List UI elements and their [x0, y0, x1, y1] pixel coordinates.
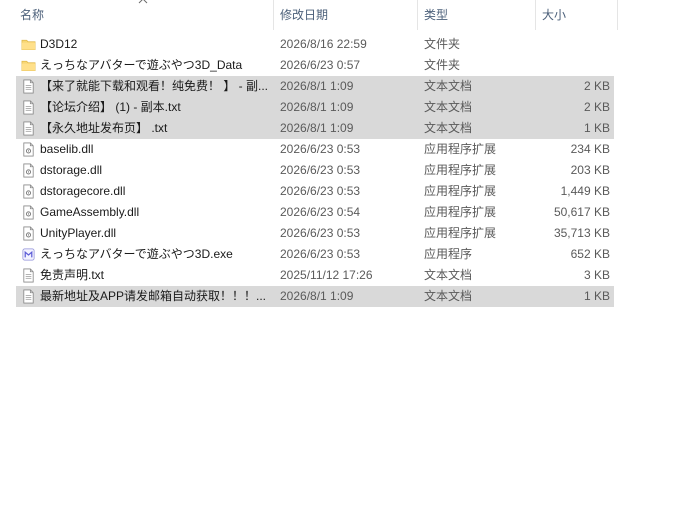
file-name: 【论坛介绍】 (1) - 副本.txt — [40, 100, 181, 114]
file-size: 3 KB — [583, 268, 610, 282]
file-type: 文本文档 — [424, 79, 473, 93]
file-name: dstorage.dll — [40, 163, 103, 177]
file-name: UnityPlayer.dll — [40, 226, 117, 240]
file-date: 2026/6/23 0:53 — [280, 163, 361, 177]
exe-file-icon — [21, 247, 36, 262]
column-header-bar: 名称 修改日期 类型 大小 — [0, 0, 691, 30]
text-file-icon — [21, 100, 36, 115]
column-header-size[interactable]: 大小 — [536, 0, 618, 30]
file-type: 文本文档 — [424, 100, 473, 114]
file-type: 文件夹 — [424, 37, 461, 51]
text-file-icon — [21, 121, 36, 136]
file-date: 2026/6/23 0:53 — [280, 142, 361, 156]
file-name: GameAssembly.dll — [40, 205, 140, 219]
file-size: 35,713 KB — [553, 226, 610, 240]
file-row[interactable]: えっちなアバターで遊ぶやつ3D.exe 2026/6/23 0:53 应用程序 652… — [16, 244, 614, 265]
file-type: 应用程序 — [424, 247, 473, 261]
dll-file-icon — [21, 226, 36, 241]
column-header-date[interactable]: 修改日期 — [274, 0, 418, 30]
text-file-icon — [21, 268, 36, 283]
file-row[interactable]: 最新地址及APP请发邮箱自动获取！！！... 2026/8/1 1:09 文本文档 1… — [16, 286, 614, 307]
file-date: 2026/8/1 1:09 — [280, 100, 354, 114]
file-size: 1 KB — [583, 121, 610, 135]
column-header-name[interactable]: 名称 — [14, 0, 274, 30]
file-size: 652 KB — [570, 247, 610, 261]
file-row[interactable]: dstoragecore.dll 2026/6/23 0:53 应用程序扩展 1,44… — [16, 181, 614, 202]
file-name: えっちなアバターで遊ぶやつ3D_Data — [40, 58, 243, 72]
file-date: 2026/6/23 0:54 — [280, 205, 361, 219]
file-date: 2026/6/23 0:53 — [280, 226, 361, 240]
file-row[interactable]: 【论坛介绍】 (1) - 副本.txt 2026/8/1 1:09 文本文档 2 KB — [16, 97, 614, 118]
folder-icon — [21, 58, 36, 73]
file-name: 最新地址及APP请发邮箱自动获取！！！... — [40, 289, 267, 303]
column-header-type[interactable]: 类型 — [418, 0, 536, 30]
file-type: 文件夹 — [424, 58, 461, 72]
file-date: 2026/6/23 0:57 — [280, 58, 361, 72]
file-name: 免责声明.txt — [40, 268, 105, 282]
file-date: 2025/11/12 17:26 — [280, 268, 373, 282]
file-size: 2 KB — [583, 79, 610, 93]
file-type: 应用程序扩展 — [424, 142, 497, 156]
file-row[interactable]: 【来了就能下载和观看！纯免费！ 】 - 副... 2026/8/1 1:09 文本文… — [16, 76, 614, 97]
file-name: 【来了就能下载和观看！纯免费！ 】 - 副... — [40, 79, 269, 93]
file-size: 2 KB — [583, 100, 610, 114]
file-row[interactable]: 【永久地址发布页】 .txt 2026/8/1 1:09 文本文档 1 KB — [16, 118, 614, 139]
file-type: 应用程序扩展 — [424, 205, 497, 219]
file-date: 2026/8/16 22:59 — [280, 37, 367, 51]
file-type: 文本文档 — [424, 289, 473, 303]
file-date: 2026/8/1 1:09 — [280, 121, 354, 135]
folder-icon — [21, 37, 36, 52]
file-name: 【永久地址发布页】 .txt — [40, 121, 168, 135]
file-date: 2026/6/23 0:53 — [280, 247, 361, 261]
dll-file-icon — [21, 184, 36, 199]
file-name: D3D12 — [40, 37, 78, 51]
file-type: 应用程序扩展 — [424, 184, 497, 198]
file-row[interactable]: えっちなアバターで遊ぶやつ3D_Data 2026/6/23 0:57 文件夹 — [16, 55, 614, 76]
file-type: 应用程序扩展 — [424, 163, 497, 177]
file-type: 文本文档 — [424, 121, 473, 135]
file-row[interactable]: baselib.dll 2026/6/23 0:53 应用程序扩展 234 KB — [16, 139, 614, 160]
file-row[interactable]: dstorage.dll 2026/6/23 0:53 应用程序扩展 203 KB — [16, 160, 614, 181]
text-file-icon — [21, 289, 36, 304]
text-file-icon — [21, 79, 36, 94]
file-row[interactable]: D3D12 2026/8/16 22:59 文件夹 — [16, 34, 614, 55]
file-name: えっちなアバターで遊ぶやつ3D.exe — [40, 247, 233, 261]
file-type: 文本文档 — [424, 268, 473, 282]
dll-file-icon — [21, 142, 36, 157]
file-row[interactable]: UnityPlayer.dll 2026/6/23 0:53 应用程序扩展 35,71… — [16, 223, 614, 244]
file-date: 2026/8/1 1:09 — [280, 289, 354, 303]
file-size: 1,449 KB — [560, 184, 610, 198]
file-row[interactable]: GameAssembly.dll 2026/6/23 0:54 应用程序扩展 50,6… — [16, 202, 614, 223]
file-size: 50,617 KB — [553, 205, 610, 219]
file-date: 2026/8/1 1:09 — [280, 79, 354, 93]
dll-file-icon — [21, 205, 36, 220]
file-size: 1 KB — [583, 289, 610, 303]
file-name: baselib.dll — [40, 142, 94, 156]
dll-file-icon — [21, 163, 36, 178]
file-size: 234 KB — [570, 142, 610, 156]
file-name: dstoragecore.dll — [40, 184, 126, 198]
file-date: 2026/6/23 0:53 — [280, 184, 361, 198]
file-size: 203 KB — [570, 163, 610, 177]
file-row[interactable]: 免责声明.txt 2025/11/12 17:26 文本文档 3 KB — [16, 265, 614, 286]
file-type: 应用程序扩展 — [424, 226, 497, 240]
